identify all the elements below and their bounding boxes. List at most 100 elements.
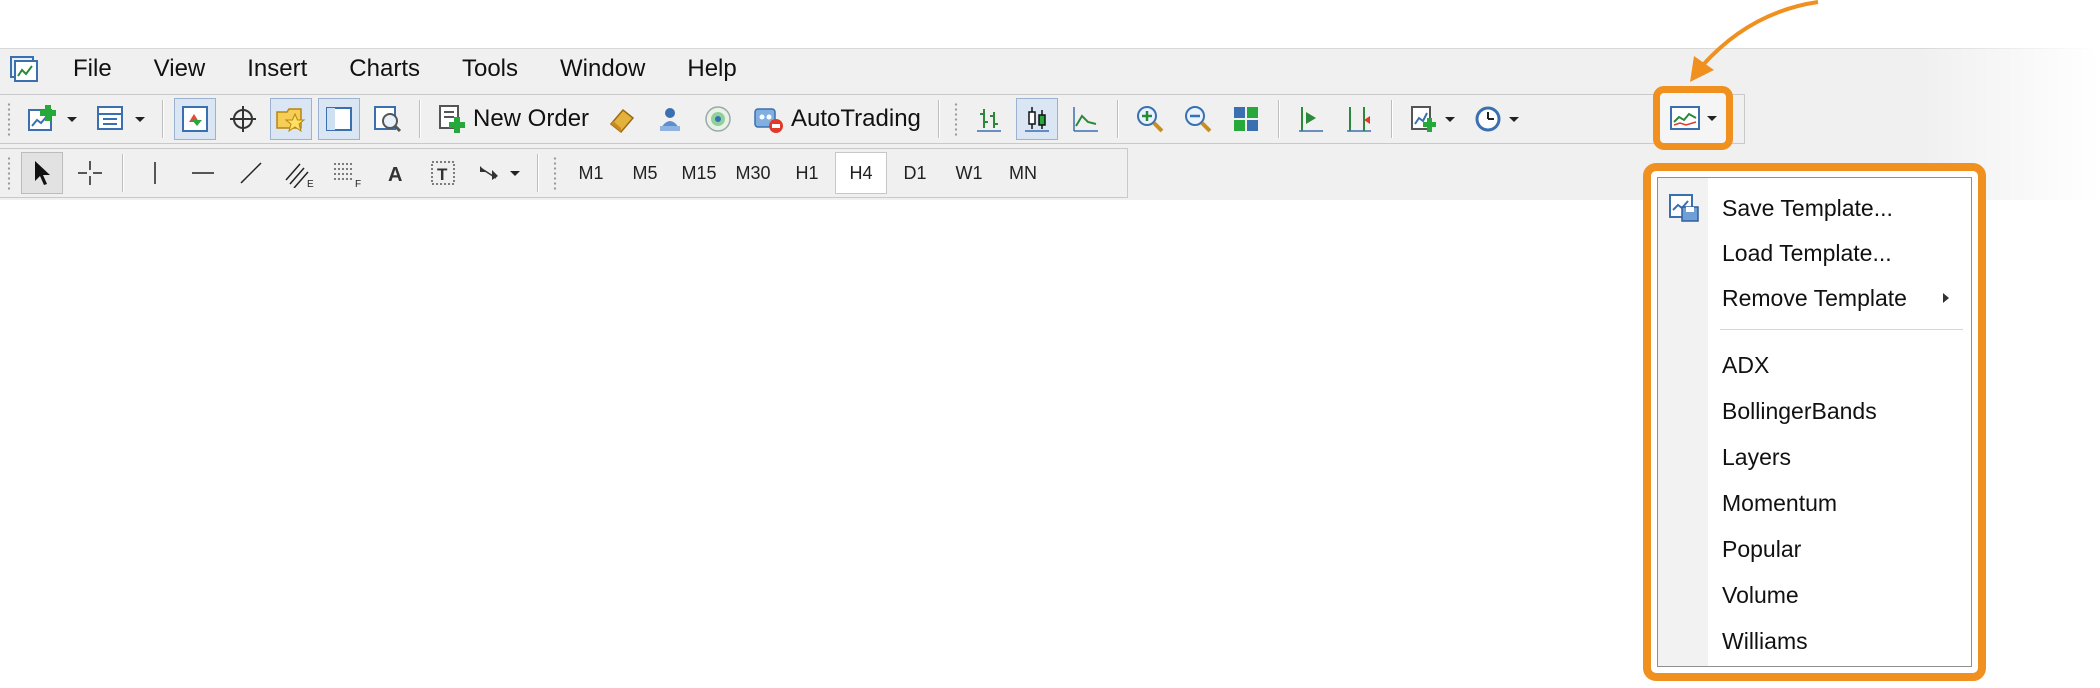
timeframe-m30[interactable]: M30 — [727, 152, 779, 194]
toolbar-separator — [162, 100, 163, 138]
template-label: Layers — [1722, 443, 1792, 470]
new-order-label: New Order — [473, 105, 590, 132]
menu-item-template-adx[interactable]: ADX — [1658, 345, 1971, 385]
menu-item-template-momentum[interactable]: Momentum — [1658, 483, 1971, 523]
toolbar-separator — [1390, 100, 1392, 138]
strategy-tester-button[interactable] — [366, 98, 408, 140]
autotrading-label: AutoTrading — [791, 105, 921, 132]
crosshair-button[interactable] — [69, 152, 111, 194]
fibonacci-button[interactable]: F — [326, 152, 368, 194]
zoom-out-icon — [1184, 106, 1212, 133]
svg-text:A: A — [388, 164, 402, 186]
market-watch-button[interactable] — [174, 98, 216, 140]
new-chart-button[interactable] — [21, 98, 83, 140]
chevron-down-icon — [510, 170, 520, 176]
timeframe-mn[interactable]: MN — [997, 152, 1049, 194]
equidistant-channel-button[interactable]: E — [278, 152, 320, 194]
menu-help[interactable]: Help — [666, 52, 757, 86]
fibonacci-icon: F — [334, 163, 361, 188]
data-window-button[interactable] — [222, 98, 264, 140]
timeframe-h1[interactable]: H1 — [781, 152, 833, 194]
cursor-icon — [35, 161, 50, 185]
horizontal-line-button[interactable] — [182, 152, 224, 194]
app-icon — [10, 56, 38, 82]
periods-icon — [1475, 106, 1501, 132]
menu-view[interactable]: View — [133, 52, 227, 86]
menu-divider — [1720, 329, 1963, 330]
chevron-down-icon — [1707, 115, 1717, 121]
timeframe-w1[interactable]: W1 — [943, 152, 995, 194]
profiles-button[interactable] — [89, 98, 151, 140]
autotrading-icon — [754, 108, 784, 133]
menu-item-template-volume[interactable]: Volume — [1658, 575, 1971, 615]
timeframe-m5[interactable]: M5 — [619, 152, 671, 194]
timeframe-m1[interactable]: M1 — [565, 152, 617, 194]
template-menu-highlight: Save Template... Load Template... Remove… — [1643, 163, 1986, 681]
zoom-out-button[interactable] — [1177, 98, 1219, 140]
new-order-button[interactable]: New Order — [431, 98, 595, 140]
menu-charts[interactable]: Charts — [328, 52, 441, 86]
toolbar-separator — [122, 154, 123, 192]
toolbar-grip[interactable] — [952, 102, 959, 136]
menu-item-save-template[interactable]: Save Template... — [1658, 188, 1971, 228]
menu-item-template-williams[interactable]: Williams — [1658, 621, 1971, 661]
toolbar-grip[interactable] — [6, 102, 12, 136]
metaeditor-icon — [609, 108, 635, 134]
menu-tools[interactable]: Tools — [441, 52, 539, 86]
candlesticks-button[interactable] — [1015, 98, 1058, 140]
market-icon — [705, 106, 731, 132]
templates-button[interactable] — [1653, 86, 1733, 150]
toolbar-separator — [937, 100, 939, 138]
arrows-button[interactable] — [470, 152, 526, 194]
tile-windows-button[interactable] — [1225, 98, 1267, 140]
svg-text:T: T — [437, 165, 448, 184]
save-template-icon — [1669, 194, 1699, 222]
menu-item-remove-template[interactable]: Remove Template — [1658, 278, 1971, 318]
menu-item-load-template[interactable]: Load Template... — [1658, 233, 1971, 273]
chart-shift-button[interactable] — [1290, 98, 1332, 140]
signals-button[interactable] — [649, 98, 691, 140]
cursor-button[interactable] — [21, 152, 63, 194]
menu-window[interactable]: Window — [539, 52, 666, 86]
bar-chart-button[interactable] — [968, 98, 1010, 140]
bar-chart-icon — [976, 109, 1001, 132]
text-label-icon: T — [431, 161, 455, 185]
menu-item-template-bollingerbands[interactable]: BollingerBands — [1658, 391, 1971, 431]
terminal-button[interactable] — [318, 98, 360, 140]
navigator-button[interactable] — [270, 98, 312, 140]
menu-item-template-layers[interactable]: Layers — [1658, 437, 1971, 477]
menu-insert[interactable]: Insert — [226, 52, 328, 86]
market-button[interactable] — [697, 98, 739, 140]
timeframe-d1[interactable]: D1 — [889, 152, 941, 194]
autoscroll-button[interactable] — [1338, 98, 1380, 140]
vertical-line-button[interactable] — [134, 152, 176, 194]
metaeditor-button[interactable] — [601, 98, 643, 140]
text-button[interactable]: A — [374, 152, 416, 194]
chevron-down-icon — [135, 116, 145, 122]
template-label: ADX — [1722, 351, 1770, 378]
periods-button[interactable] — [1467, 98, 1525, 140]
timeframe-m15[interactable]: M15 — [673, 152, 725, 194]
template-label: Williams — [1722, 627, 1808, 654]
crosshair-icon — [78, 161, 102, 185]
strategy-tester-icon — [374, 106, 402, 133]
zoom-in-icon — [1136, 106, 1164, 133]
autotrading-button[interactable]: AutoTrading — [745, 98, 927, 140]
indicators-button[interactable] — [1403, 98, 1461, 140]
indicators-icon — [1410, 106, 1436, 132]
toolbar-separator — [419, 100, 420, 138]
trendline-button[interactable] — [230, 152, 272, 194]
menu-item-template-popular[interactable]: Popular — [1658, 529, 1971, 569]
chevron-down-icon — [67, 116, 77, 122]
zoom-in-button[interactable] — [1129, 98, 1171, 140]
profiles-icon — [97, 106, 123, 130]
menu-file[interactable]: File — [52, 52, 133, 86]
timeframe-h4[interactable]: H4 — [835, 152, 887, 194]
toolbar-grip[interactable] — [6, 156, 12, 190]
toolbar-grip[interactable] — [552, 156, 558, 190]
new-chart-icon — [28, 105, 56, 131]
line-chart-button[interactable] — [1064, 98, 1106, 140]
remove-template-label: Remove Template — [1722, 284, 1907, 311]
text-label-button[interactable]: T — [422, 152, 464, 194]
toolbar-separator — [1116, 100, 1118, 138]
